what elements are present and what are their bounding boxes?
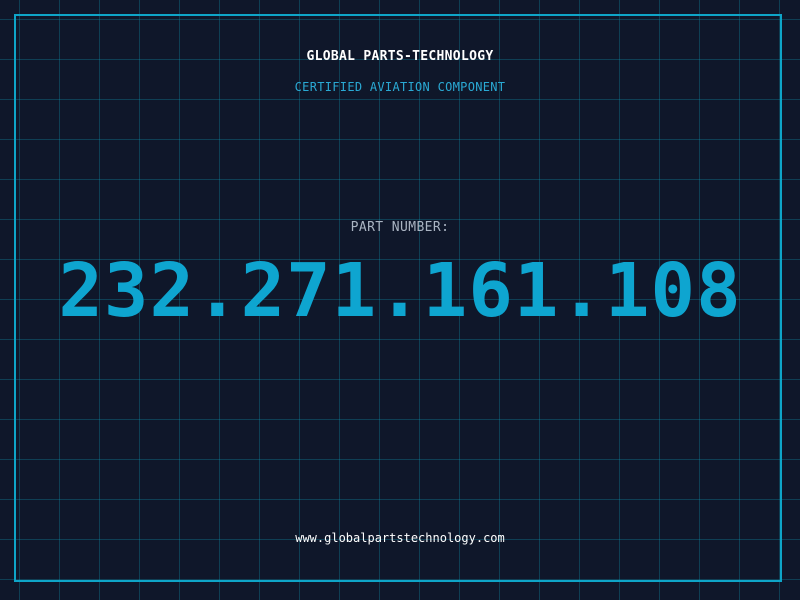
company-name: GLOBAL PARTS-TECHNOLOGY <box>306 49 494 64</box>
certification-subtitle: CERTIFIED AVIATION COMPONENT <box>294 80 506 94</box>
part-number-label: PART NUMBER: <box>350 220 450 235</box>
website-url: www.globalpartstechnology.com <box>295 531 505 545</box>
certificate-page: { "header": { "company": "GLOBAL PARTS-T… <box>0 0 800 600</box>
part-number-value: 232.271.161.108 <box>58 248 742 334</box>
